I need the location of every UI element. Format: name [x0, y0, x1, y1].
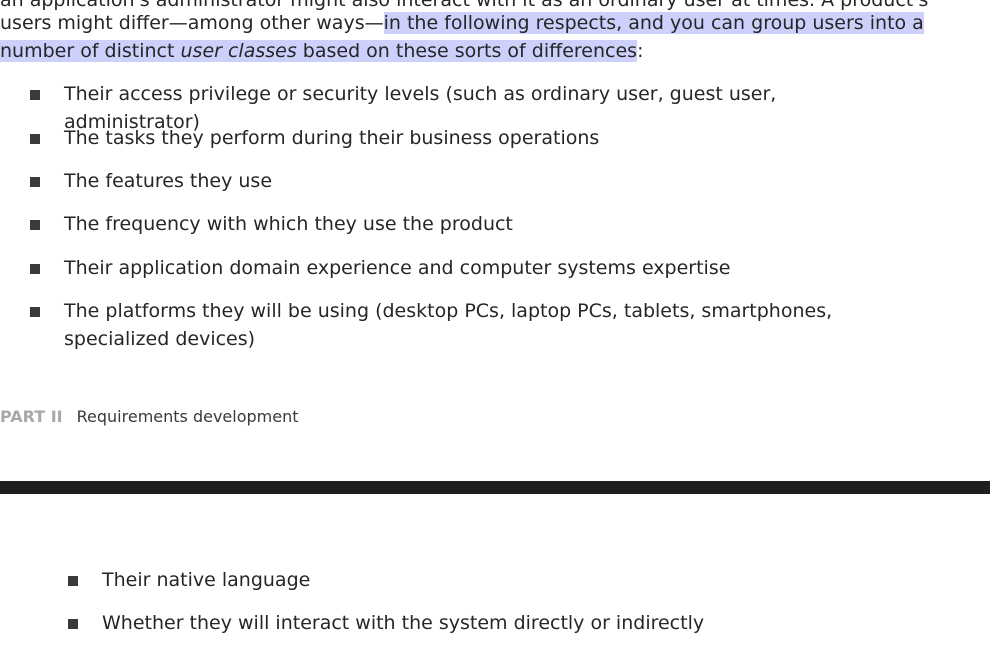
square-bullet-icon [30, 307, 40, 317]
part-label: PART II [0, 407, 63, 426]
list-item-text: The features they use [64, 170, 273, 192]
paragraph-text: : [637, 40, 644, 62]
list-item-text: The platforms they will be using (deskto… [64, 300, 833, 350]
list-item-text: The frequency with which they use the pr… [64, 213, 513, 235]
highlighted-text[interactable]: based on these sorts of differences [296, 40, 638, 62]
paragraph-line-2: number of distinct user classes based on… [0, 37, 643, 65]
running-head: PART II Requirements development [0, 405, 299, 429]
square-bullet-icon [30, 220, 40, 230]
square-bullet-icon [68, 619, 78, 629]
highlighted-text[interactable]: number of distinct [0, 40, 181, 62]
list-item-text: Their native language [102, 569, 311, 591]
highlighted-text[interactable]: in the following respects, and you can g… [383, 12, 924, 34]
square-bullet-icon [68, 576, 78, 586]
paragraph-text: users might differ—among other ways— [0, 12, 384, 34]
square-bullet-icon [30, 264, 40, 274]
paragraph-line-1: users might differ—among other ways—in t… [0, 9, 924, 37]
square-bullet-icon [30, 90, 40, 100]
page-break-bar [0, 481, 990, 494]
square-bullet-icon [30, 134, 40, 144]
highlighted-emphasis[interactable]: user classes [180, 40, 297, 62]
list-item-text: The tasks they perform during their busi… [64, 127, 600, 149]
document-page: an application's administrator might als… [0, 0, 990, 650]
list-item-text: Whether they will interact with the syst… [102, 612, 705, 634]
list-item-text: Their application domain experience and … [64, 257, 731, 279]
square-bullet-icon [30, 177, 40, 187]
part-title: Requirements development [76, 407, 299, 426]
